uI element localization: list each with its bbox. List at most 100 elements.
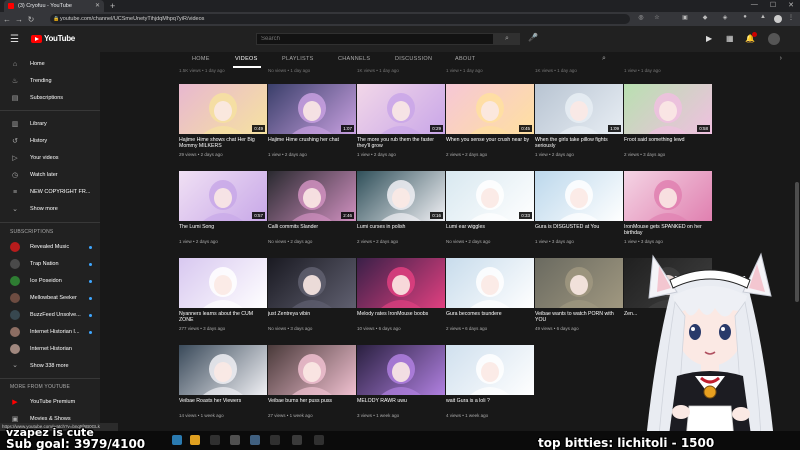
video-card[interactable]: MELODY RAWR uwu 3 views • 1 week ago <box>357 345 445 418</box>
forward-icon[interactable]: → <box>14 15 24 24</box>
video-title[interactable]: Nyanners learns about the CUM ZONE <box>179 311 267 324</box>
sidebar-item-subscriptions[interactable]: ▤ Subscriptions <box>0 90 100 106</box>
video-thumbnail[interactable]: 0:57 <box>179 171 267 221</box>
app-icon[interactable] <box>250 435 260 445</box>
new-tab-button[interactable]: + <box>110 1 115 11</box>
video-title[interactable]: Lumi ear wiggles <box>446 224 534 237</box>
video-title[interactable]: Veibae burns her puss puss <box>268 398 356 411</box>
maximize-icon[interactable]: ☐ <box>770 1 776 9</box>
video-title[interactable]: Melody rates IronMouse boobs <box>357 311 445 324</box>
video-thumbnail[interactable] <box>357 258 445 308</box>
video-card[interactable]: Nyanners learns about the CUM ZONE 277 vi… <box>179 258 267 331</box>
video-card[interactable]: 0:33 Lumi ear wiggles No views • 2 days ag… <box>446 171 534 244</box>
chrome-icon[interactable] <box>190 435 200 445</box>
video-thumbnail[interactable]: 1:09 <box>535 84 623 134</box>
video-title[interactable]: The Lumi Song <box>179 224 267 237</box>
video-thumbnail[interactable]: 0:33 <box>446 171 534 221</box>
tab-playlists[interactable]: PLAYLISTS <box>282 56 314 62</box>
video-thumbnail[interactable]: 0:58 <box>624 84 712 134</box>
video-title[interactable]: Veibae wants to watch PORN with YOU <box>535 311 623 324</box>
hamburger-menu-icon[interactable]: ☰ <box>10 34 19 45</box>
video-thumbnail[interactable]: 0:49 <box>179 84 267 134</box>
video-card[interactable]: 0:58 Froot said something lewd 2 views • 3… <box>624 84 712 157</box>
sidebar-subscription-item[interactable]: Mellowbeat Seeker <box>0 290 100 306</box>
video-card[interactable]: Veibae Roasts her Viewers 14 views • 1 we… <box>179 345 267 418</box>
channel-search-icon[interactable]: ⌕ <box>602 55 606 63</box>
extension-icon[interactable]: ● <box>740 14 750 24</box>
extension-icon[interactable]: ▲ <box>758 14 768 24</box>
microphone-icon[interactable]: 🎤 <box>528 33 538 42</box>
sidebar-subscription-item[interactable]: Ice Poseidon <box>0 273 100 289</box>
video-thumbnail[interactable] <box>535 258 623 308</box>
video-title[interactable]: Gura is DISGUSTED at You <box>535 224 623 237</box>
video-card[interactable]: Veibae burns her puss puss 27 views • 1 w… <box>268 345 356 418</box>
video-title[interactable]: When the girls take pillow fights seriou… <box>535 137 623 150</box>
tab-videos[interactable]: VIDEOS <box>235 56 258 62</box>
close-window-icon[interactable]: ✕ <box>788 1 794 9</box>
video-thumbnail[interactable]: 0:29 <box>357 84 445 134</box>
video-title[interactable]: Calli commits Slander <box>268 224 356 237</box>
extension-icon[interactable]: ◆ <box>700 14 710 24</box>
star-icon[interactable]: ☆ <box>652 14 662 24</box>
video-card[interactable]: 2:46 Calli commits Slander No views • 2 da… <box>268 171 356 244</box>
tab-home[interactable]: HOME <box>192 56 210 62</box>
video-title[interactable]: Froot said something lewd <box>624 137 712 150</box>
video-card[interactable]: 0:29 The more you rub them the faster the… <box>357 84 445 157</box>
tab-discussion[interactable]: DISCUSSION <box>395 56 432 62</box>
extension-icon[interactable]: ◎ <box>636 14 646 24</box>
close-tab-icon[interactable]: ✕ <box>95 2 100 9</box>
extension-icon[interactable]: ◈ <box>720 14 730 24</box>
tab-about[interactable]: ABOUT <box>455 56 475 62</box>
minimize-icon[interactable]: — <box>751 1 758 9</box>
video-card[interactable]: Gura becomes tsundere 2 views • 6 days ag… <box>446 258 534 331</box>
reload-icon[interactable]: ↻ <box>26 15 36 24</box>
extension-icon[interactable]: ▣ <box>680 14 690 24</box>
video-title[interactable]: Lumi curses in polish <box>357 224 445 237</box>
app-icon[interactable] <box>270 435 280 445</box>
sidebar-item-library[interactable]: ▥ Library <box>0 116 100 132</box>
video-card[interactable]: Veibae wants to watch PORN with YOU 49 vi… <box>535 258 623 331</box>
video-thumbnail[interactable] <box>268 345 356 395</box>
menu-kebab-icon[interactable]: ⋮ <box>786 14 796 24</box>
sidebar-subscription-item[interactable]: BuzzFeed Unsolve... <box>0 307 100 323</box>
video-card[interactable]: 1:07 Hajime Hime crushing her chat 1 view … <box>268 84 356 157</box>
video-card[interactable]: just Zentreya vibin No views • 3 days ago <box>268 258 356 331</box>
video-title[interactable]: Veibae Roasts her Viewers <box>179 398 267 411</box>
video-thumbnail[interactable] <box>446 345 534 395</box>
video-card[interactable]: 0:16 Lumi curses in polish 2 views • 2 day… <box>357 171 445 244</box>
video-thumbnail[interactable] <box>357 345 445 395</box>
video-card[interactable]: 0:49 Hajime Hime shows chat Her Big Mommy… <box>179 84 267 157</box>
sidebar-item-your-videos[interactable]: ▷ Your videos <box>0 150 100 166</box>
video-card[interactable]: 1:09 When the girls take pillow fights se… <box>535 84 623 157</box>
app-icon[interactable] <box>210 435 220 445</box>
steam-icon[interactable] <box>172 435 182 445</box>
address-bar[interactable]: 🔒 youtube.com/channel/UCSmeUnetyTihjdqMh… <box>50 14 630 24</box>
sidebar-item-history[interactable]: ↺ History <box>0 133 100 149</box>
sidebar-item-playlist[interactable]: ≡ NEW COPYRIGHT FR... <box>0 184 100 200</box>
video-thumbnail[interactable] <box>535 171 623 221</box>
video-title[interactable]: wait Gura is a loli ? <box>446 398 534 411</box>
video-card[interactable]: Gura is DISGUSTED at You 1 view • 3 days … <box>535 171 623 244</box>
app-icon[interactable] <box>230 435 240 445</box>
video-thumbnail[interactable] <box>179 258 267 308</box>
search-input[interactable] <box>256 33 494 45</box>
sidebar-item-watch-later[interactable]: ◷ Watch later <box>0 167 100 183</box>
video-thumbnail[interactable] <box>268 258 356 308</box>
app-icon[interactable] <box>292 435 302 445</box>
video-title[interactable]: The more you rub them the faster they'll… <box>357 137 445 150</box>
browser-profile-avatar[interactable] <box>774 15 782 23</box>
sidebar-subscription-item[interactable]: Internet Historian <box>0 341 100 357</box>
video-title[interactable]: Hajime Hime crushing her chat <box>268 137 356 150</box>
sidebar-subscription-item[interactable]: Trap Nation <box>0 256 100 272</box>
video-title[interactable]: When you sense your crush near by <box>446 137 534 150</box>
sidebar-show-more[interactable]: ⌄ Show more <box>0 201 100 217</box>
app-icon[interactable] <box>314 435 324 445</box>
chevron-right-icon[interactable]: › <box>780 55 782 62</box>
browser-tab[interactable]: (3) Cryofuu - YouTube ✕ <box>4 0 104 12</box>
sidebar-item-trending[interactable]: ♨ Trending <box>0 73 100 89</box>
video-card[interactable]: 0:57 The Lumi Song 1 view • 2 days ago <box>179 171 267 244</box>
video-card[interactable]: IronMouse gets SPANKED on her birthday 1 … <box>624 171 712 244</box>
video-thumbnail[interactable] <box>179 345 267 395</box>
search-button[interactable]: ⌕ <box>494 33 520 45</box>
sidebar-item-youtube-premium[interactable]: ▶ YouTube Premium <box>0 394 100 410</box>
